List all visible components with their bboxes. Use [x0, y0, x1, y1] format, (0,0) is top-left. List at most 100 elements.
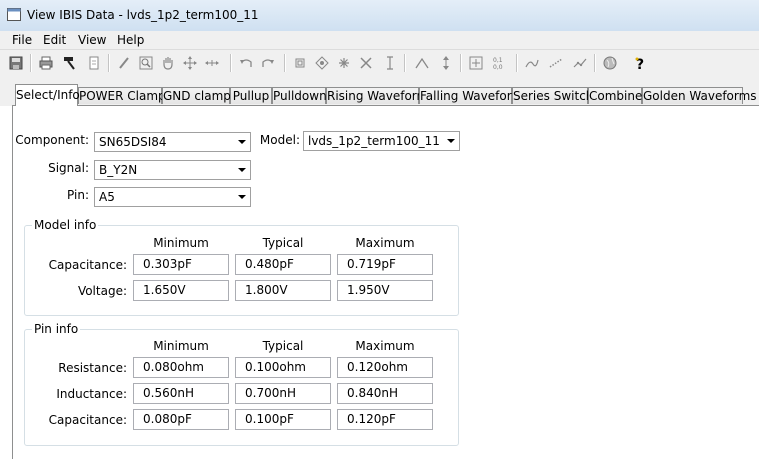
pin-info-title: Pin info	[32, 322, 81, 336]
tab-rising-waveform[interactable]: Rising Waveform	[326, 87, 428, 104]
pin-capacitance-max[interactable]: 0.120pF	[337, 409, 433, 430]
star-marker-button[interactable]	[334, 53, 354, 73]
signal-select[interactable]: B_Y2N	[94, 160, 251, 180]
print-button[interactable]	[36, 53, 56, 73]
zoom-fit-button[interactable]	[466, 53, 486, 73]
tab-series-switch[interactable]: Series Switch	[512, 87, 593, 104]
pencil-icon	[119, 57, 129, 69]
vertical-arrows-button[interactable]	[436, 53, 456, 73]
zoom-fit-icon	[469, 56, 483, 70]
vertical-arrows-icon	[443, 56, 449, 70]
undo-icon	[240, 59, 252, 67]
save-icon	[9, 56, 23, 70]
svg-text:0,1: 0,1	[493, 57, 503, 64]
select-info-panel: Component: SN65DSI84 Model: lvds_1p2_ter…	[12, 105, 759, 459]
pin-capacitance-typ[interactable]: 0.100pF	[235, 409, 331, 430]
pin-label: Pin:	[67, 188, 89, 202]
model-capacitance-min[interactable]: 0.303pF	[133, 254, 229, 275]
print-icon	[39, 56, 53, 70]
model-voltage-max[interactable]: 1.950V	[337, 280, 433, 301]
component-select[interactable]: SN65DSI84	[94, 132, 251, 152]
model-capacitance-label: Capacitance:	[48, 258, 127, 272]
window-title: View IBIS Data - lvds_1p2_term100_11	[27, 8, 259, 22]
model-capacitance-max[interactable]: 0.719pF	[337, 254, 433, 275]
pin-select[interactable]: A5	[94, 187, 251, 207]
pin-col-maximum: Maximum	[355, 339, 415, 353]
document-button[interactable]	[84, 53, 104, 73]
move-button[interactable]	[180, 53, 200, 73]
document-icon	[89, 56, 99, 70]
menu-edit[interactable]: Edit	[43, 33, 66, 47]
svg-text:0,0: 0,0	[493, 64, 503, 71]
menu-view[interactable]: View	[78, 33, 106, 47]
zoom-box-button[interactable]	[136, 53, 156, 73]
fit-horizontal-icon	[205, 60, 219, 66]
pin-resistance-min[interactable]: 0.080ohm	[133, 357, 229, 378]
pin-inductance-label: Inductance:	[56, 387, 127, 401]
help-icon: ?	[635, 57, 644, 71]
line-style-3-button[interactable]	[570, 53, 590, 73]
model-col-maximum: Maximum	[355, 236, 415, 250]
toolbar: 0,1 0,0 ?	[0, 50, 759, 77]
model-col-typical: Typical	[262, 236, 304, 250]
line-style-3-icon	[573, 58, 587, 68]
chevron-down-icon	[238, 168, 246, 172]
menu-file[interactable]: File	[12, 33, 32, 47]
fit-horizontal-button[interactable]	[202, 53, 222, 73]
pencil-button[interactable]	[114, 53, 134, 73]
coordinates-icon: 0,10,0	[493, 57, 503, 71]
redo-button[interactable]	[258, 53, 278, 73]
globe-button[interactable]	[600, 53, 620, 73]
diamond-marker-button[interactable]	[312, 53, 332, 73]
model-voltage-min[interactable]: 1.650V	[133, 280, 229, 301]
menu-help[interactable]: Help	[117, 33, 144, 47]
title-bar[interactable]: View IBIS Data - lvds_1p2_term100_11	[0, 0, 759, 32]
undo-button[interactable]	[236, 53, 256, 73]
peak-button[interactable]	[412, 53, 432, 73]
pin-inductance-typ[interactable]: 0.700nH	[235, 383, 331, 404]
tab-combine[interactable]: Combine	[588, 87, 642, 104]
tab-power-clamp[interactable]: POWER Clamp	[78, 87, 166, 104]
signal-value: B_Y2N	[99, 163, 138, 177]
pin-capacitance-min[interactable]: 0.080pF	[133, 409, 229, 430]
model-select[interactable]: lvds_1p2_term100_11	[303, 131, 460, 151]
hammer-button[interactable]	[60, 53, 80, 73]
line-style-1-button[interactable]	[522, 53, 542, 73]
line-style-2-button[interactable]	[546, 53, 566, 73]
pin-resistance-label: Resistance:	[58, 361, 127, 375]
move-icon	[183, 56, 197, 70]
text-cursor-icon	[387, 56, 393, 70]
coordinates-button[interactable]: 0,1 0,0	[490, 53, 510, 73]
model-voltage-typ[interactable]: 1.800V	[235, 280, 331, 301]
tab-golden-waveforms[interactable]: Golden Waveforms	[642, 87, 757, 104]
pin-inductance-min[interactable]: 0.560nH	[133, 383, 229, 404]
tab-select-info[interactable]: Select/Info	[15, 84, 80, 106]
tab-falling-waveform[interactable]: Falling Waveform	[419, 87, 523, 104]
component-value: SN65DSI84	[99, 135, 167, 149]
square-marker-button[interactable]	[290, 53, 310, 73]
model-col-minimum: Minimum	[153, 236, 209, 250]
pin-col-typical: Typical	[262, 339, 304, 353]
line-style-2-icon	[549, 58, 563, 68]
chevron-down-icon	[238, 195, 246, 199]
tab-gnd-clamp[interactable]: GND clamp	[162, 87, 231, 104]
component-label: Component:	[15, 133, 89, 147]
hand-pan-button[interactable]	[158, 53, 178, 73]
pin-inductance-max[interactable]: 0.840nH	[337, 383, 433, 404]
tab-pullup[interactable]: Pullup	[230, 87, 272, 104]
cross-marker-icon	[360, 57, 372, 69]
menu-bar: File Edit View Help	[0, 31, 759, 50]
text-cursor-button[interactable]	[380, 53, 400, 73]
save-button[interactable]	[6, 53, 26, 73]
peak-icon	[415, 57, 429, 69]
model-capacitance-typ[interactable]: 0.480pF	[235, 254, 331, 275]
help-button[interactable]: ?	[630, 53, 650, 73]
pin-resistance-typ[interactable]: 0.100ohm	[235, 357, 331, 378]
pin-capacitance-label: Capacitance:	[48, 413, 127, 427]
tab-pulldown[interactable]: Pulldown	[272, 87, 327, 104]
cross-marker-button[interactable]	[356, 53, 376, 73]
chevron-down-icon	[447, 139, 455, 143]
app-window-icon	[7, 8, 21, 21]
pin-resistance-max[interactable]: 0.120ohm	[337, 357, 433, 378]
star-marker-icon	[339, 58, 349, 68]
